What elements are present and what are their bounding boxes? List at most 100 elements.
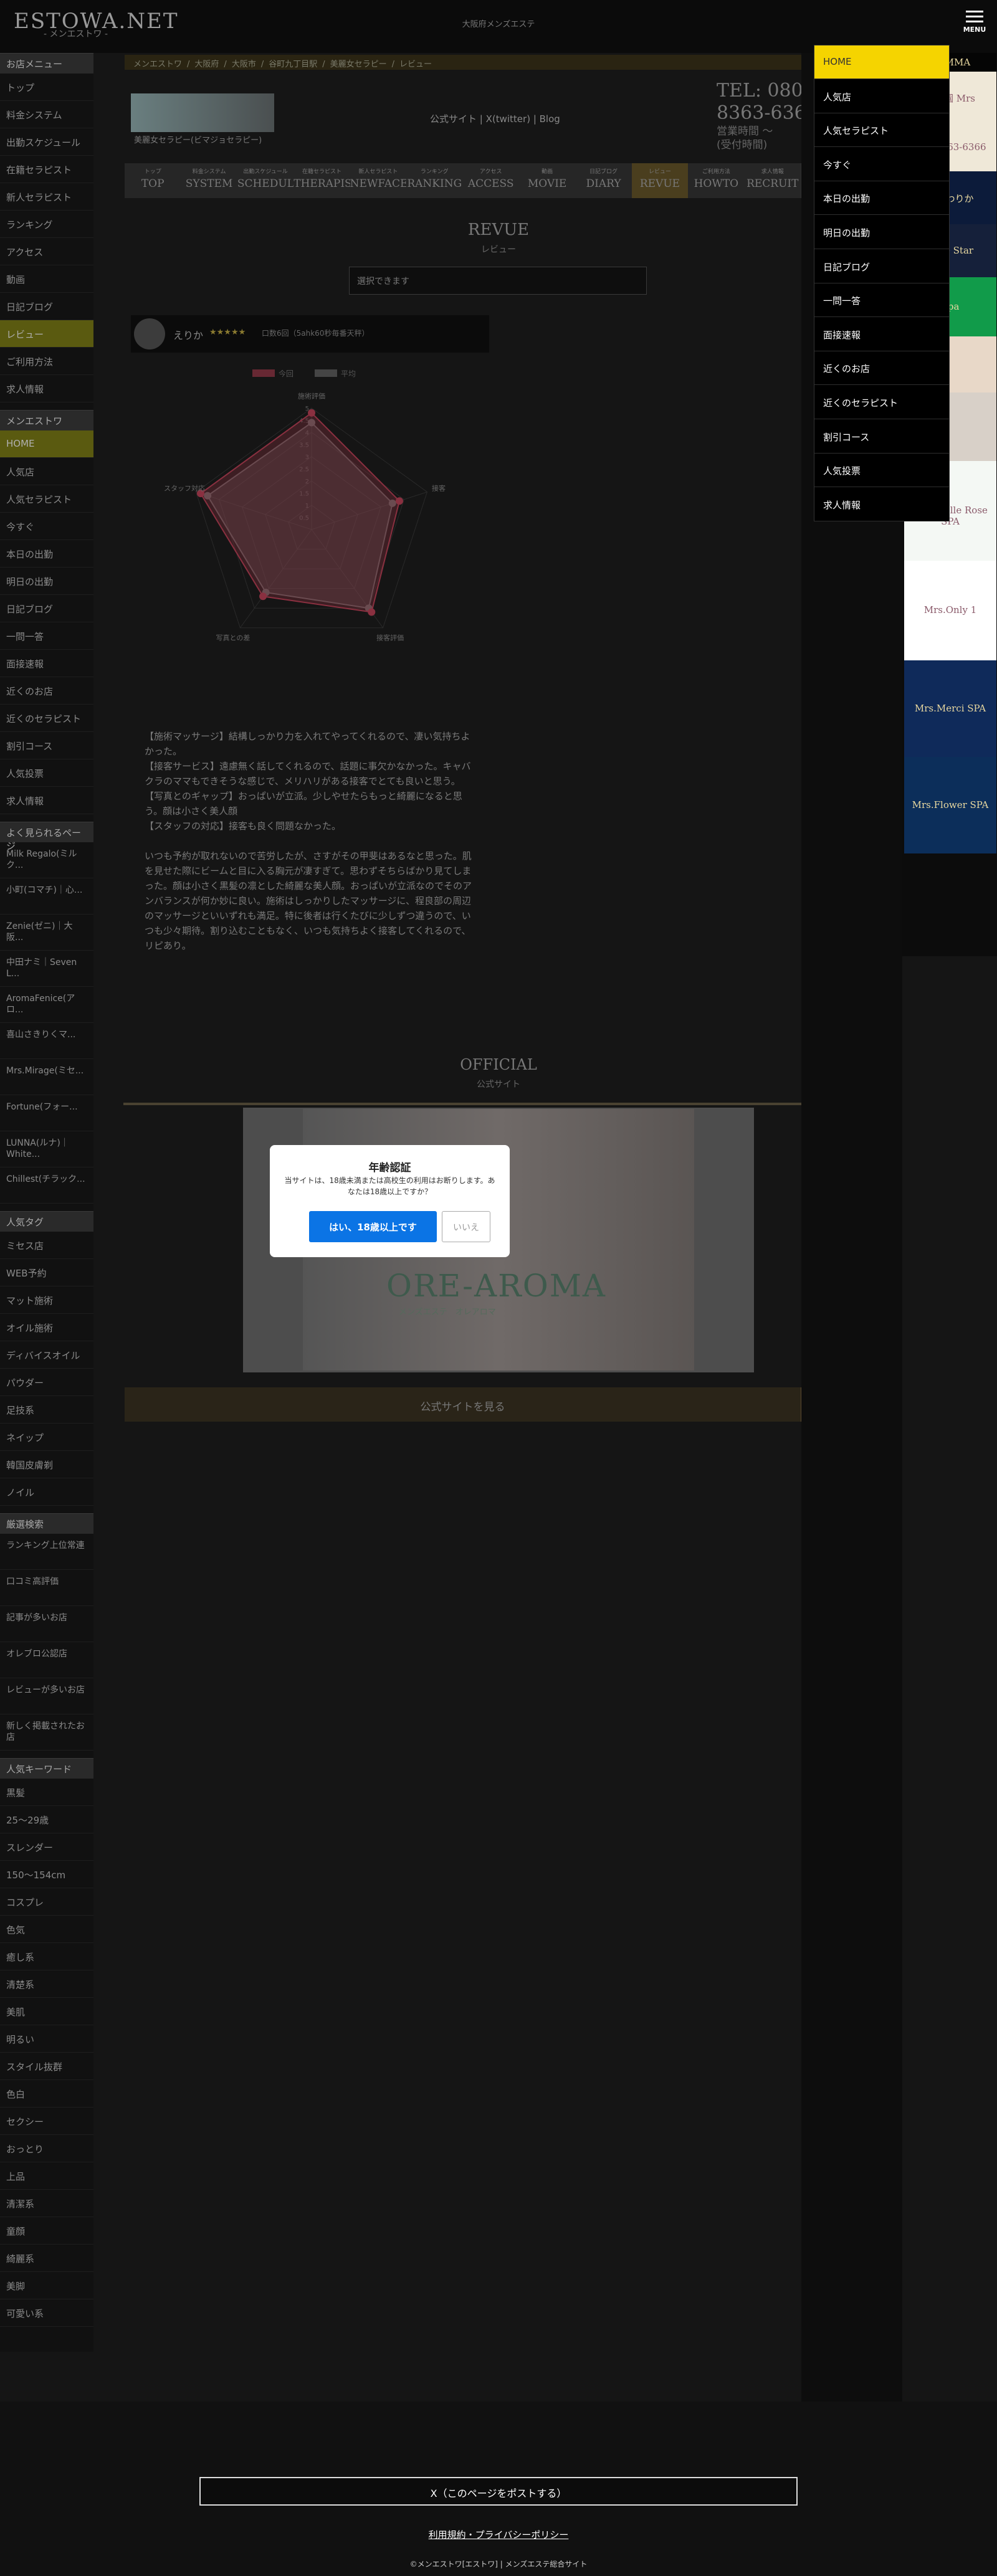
sidebar-item[interactable]: 童顔 [0,2217,93,2245]
menu-item[interactable]: 人気投票 [814,454,949,488]
sidebar-item[interactable]: 割引コース [0,732,93,759]
sidebar-item[interactable]: Chillest(チラック... [0,1167,93,1204]
sidebar-item[interactable]: ミセス店 [0,1232,93,1259]
side-ad[interactable]: Mrs.Flower SPA [904,757,996,853]
post-to-x-button[interactable]: X（このページをポストする） [199,2477,798,2506]
nav-item-schedule[interactable]: 出勤スケジュール SCHEDULE [237,163,293,198]
sidebar-item[interactable]: WEB予約 [0,1259,93,1286]
menu-item[interactable]: 明日の出勤 [814,216,949,249]
sidebar-item[interactable]: ご利用方法 [0,348,93,375]
sidebar-item[interactable]: 一問一答 [0,622,93,650]
sidebar-item[interactable]: 人気投票 [0,759,93,787]
sidebar-item[interactable]: AromaFenice(アロ... [0,987,93,1023]
sidebar-item[interactable]: 口コミ高評価 [0,1570,93,1606]
menu-item[interactable]: 日記ブログ [814,250,949,283]
sidebar-item[interactable]: 記事が多いお店 [0,1606,93,1642]
nav-item-diary[interactable]: 日記ブログ DIARY [575,163,631,198]
sidebar-item[interactable]: ランキング上位常連 [0,1534,93,1570]
sidebar-item[interactable]: 清潔系 [0,2190,93,2217]
nav-item-howto[interactable]: ご利用方法 HOWTO [688,163,744,198]
sidebar-item[interactable]: 上品 [0,2162,93,2190]
sidebar-item[interactable]: スタイル抜群 [0,2053,93,2080]
sidebar-item[interactable]: Zenie(ゼニ)｜大阪... [0,915,93,951]
nav-item-top[interactable]: トップ TOP [125,163,181,198]
nav-item-ranking[interactable]: ランキング RANKING [406,163,462,198]
age-confirm-yes-button[interactable]: はい、18歳以上です [309,1211,437,1242]
breadcrumb-item[interactable]: 大阪府 [194,60,219,69]
age-confirm-no-button[interactable]: いいえ [442,1211,490,1242]
official-site-button[interactable]: 公式サイトを見る [125,1387,801,1422]
sidebar-item[interactable]: 美肌 [0,1998,93,2025]
sidebar-item[interactable]: 面接速報 [0,650,93,677]
sidebar-item[interactable]: 韓国皮膚剃 [0,1451,93,1478]
sidebar-item[interactable]: 黒髪 [0,1779,93,1806]
menu-item[interactable]: HOME [814,45,949,79]
side-ad[interactable]: Mrs.Only 1 [904,561,996,660]
sidebar-item[interactable]: 中田ナミ｜Seven L... [0,951,93,987]
sidebar-item[interactable]: 出勤スケジュール [0,128,93,156]
sidebar-item[interactable]: 新人セラピスト [0,183,93,211]
side-ad[interactable]: Mrs.Merci SPA [904,660,996,757]
sidebar-item[interactable]: 料金システム [0,101,93,128]
sidebar-item[interactable]: 人気店 [0,458,93,485]
sidebar-item[interactable]: マット施術 [0,1286,93,1314]
sidebar-item[interactable]: 25〜29歳 [0,1806,93,1833]
sidebar-item[interactable]: トップ [0,74,93,101]
sidebar-item[interactable]: 綺麗系 [0,2245,93,2272]
sidebar-item[interactable]: HOME [0,430,93,458]
sidebar-item[interactable]: おっとり [0,2135,93,2162]
sidebar-item[interactable]: 足技系 [0,1396,93,1423]
nav-item-recruit[interactable]: 求人情報 RECRUIT [745,163,801,198]
sidebar-item[interactable]: 在籍セラピスト [0,156,93,183]
menu-item[interactable]: 本日の出勤 [814,181,949,216]
menu-item[interactable]: 近くのお店 [814,351,949,386]
menu-item[interactable]: 求人情報 [814,488,949,521]
menu-item[interactable]: 面接速報 [814,318,949,351]
sidebar-item[interactable]: 人気セラピスト [0,485,93,513]
sidebar-item[interactable]: Mrs.Mirage(ミセ... [0,1059,93,1095]
sidebar-item[interactable]: 本日の出勤 [0,540,93,568]
sidebar-item[interactable]: レビューが多いお店 [0,1678,93,1714]
sidebar-item[interactable]: 日記ブログ [0,293,93,320]
menu-item[interactable]: 人気店 [814,80,949,113]
sidebar-item[interactable]: 日記ブログ [0,595,93,622]
shop-thumbnail[interactable] [131,93,274,132]
sidebar-item[interactable]: 小町(コマチ)｜心... [0,878,93,915]
sidebar-item[interactable]: ディバイスオイル [0,1341,93,1369]
sidebar-item[interactable]: 近くのお店 [0,677,93,705]
menu-item[interactable]: 割引コース [814,420,949,454]
sidebar-item[interactable]: 明るい [0,2025,93,2053]
sidebar-item[interactable]: 求人情報 [0,375,93,402]
sidebar-item[interactable]: パウダー [0,1369,93,1396]
menu-item[interactable]: 近くのセラピスト [814,386,949,419]
sidebar-item[interactable]: 求人情報 [0,787,93,814]
breadcrumb-item[interactable]: 美麗女セラピー [330,60,387,69]
menu-item[interactable]: 今すぐ [814,148,949,181]
sidebar-item[interactable]: 癒し系 [0,1943,93,1970]
nav-item-system[interactable]: 料金システム SYSTEM [181,163,237,198]
hamburger-menu-button[interactable]: MENU [958,7,991,40]
sidebar-item[interactable]: 色白 [0,2080,93,2108]
sidebar-item[interactable]: 色気 [0,1916,93,1943]
sidebar-item[interactable]: スレンダー [0,1833,93,1861]
nav-item-movie[interactable]: 動画 MOVIE [519,163,575,198]
sidebar-item[interactable]: 明日の出勤 [0,568,93,595]
sidebar-item[interactable]: コスプレ [0,1888,93,1916]
shop-links[interactable]: 公式サイト | X(twitter) | Blog [430,112,560,125]
sidebar-item[interactable]: ランキング [0,211,93,238]
sidebar-item[interactable]: 美脚 [0,2272,93,2299]
sidebar-item[interactable]: 動画 [0,265,93,293]
sidebar-item[interactable]: ネイップ [0,1423,93,1451]
breadcrumb-item[interactable]: 谷町九丁目駅 [269,60,317,69]
sidebar-item[interactable]: LUNNA(ルナ)｜White... [0,1131,93,1167]
reviewer-name[interactable]: えりか [173,327,203,342]
sidebar-item[interactable]: 近くのセラピスト [0,705,93,732]
privacy-link[interactable]: 利用規約・プライバシーポリシー [429,2528,569,2541]
sidebar-item[interactable]: 今すぐ [0,513,93,540]
sidebar-item[interactable]: 喜山さきりくマ... [0,1023,93,1059]
nav-item-revue[interactable]: レビュー REVUE [631,163,689,198]
nav-item-access[interactable]: アクセス ACCESS [463,163,519,198]
menu-item[interactable]: 一問一答 [814,283,949,318]
sidebar-item[interactable]: Fortune(フォー... [0,1095,93,1131]
sidebar-item[interactable]: ノイル [0,1478,93,1506]
